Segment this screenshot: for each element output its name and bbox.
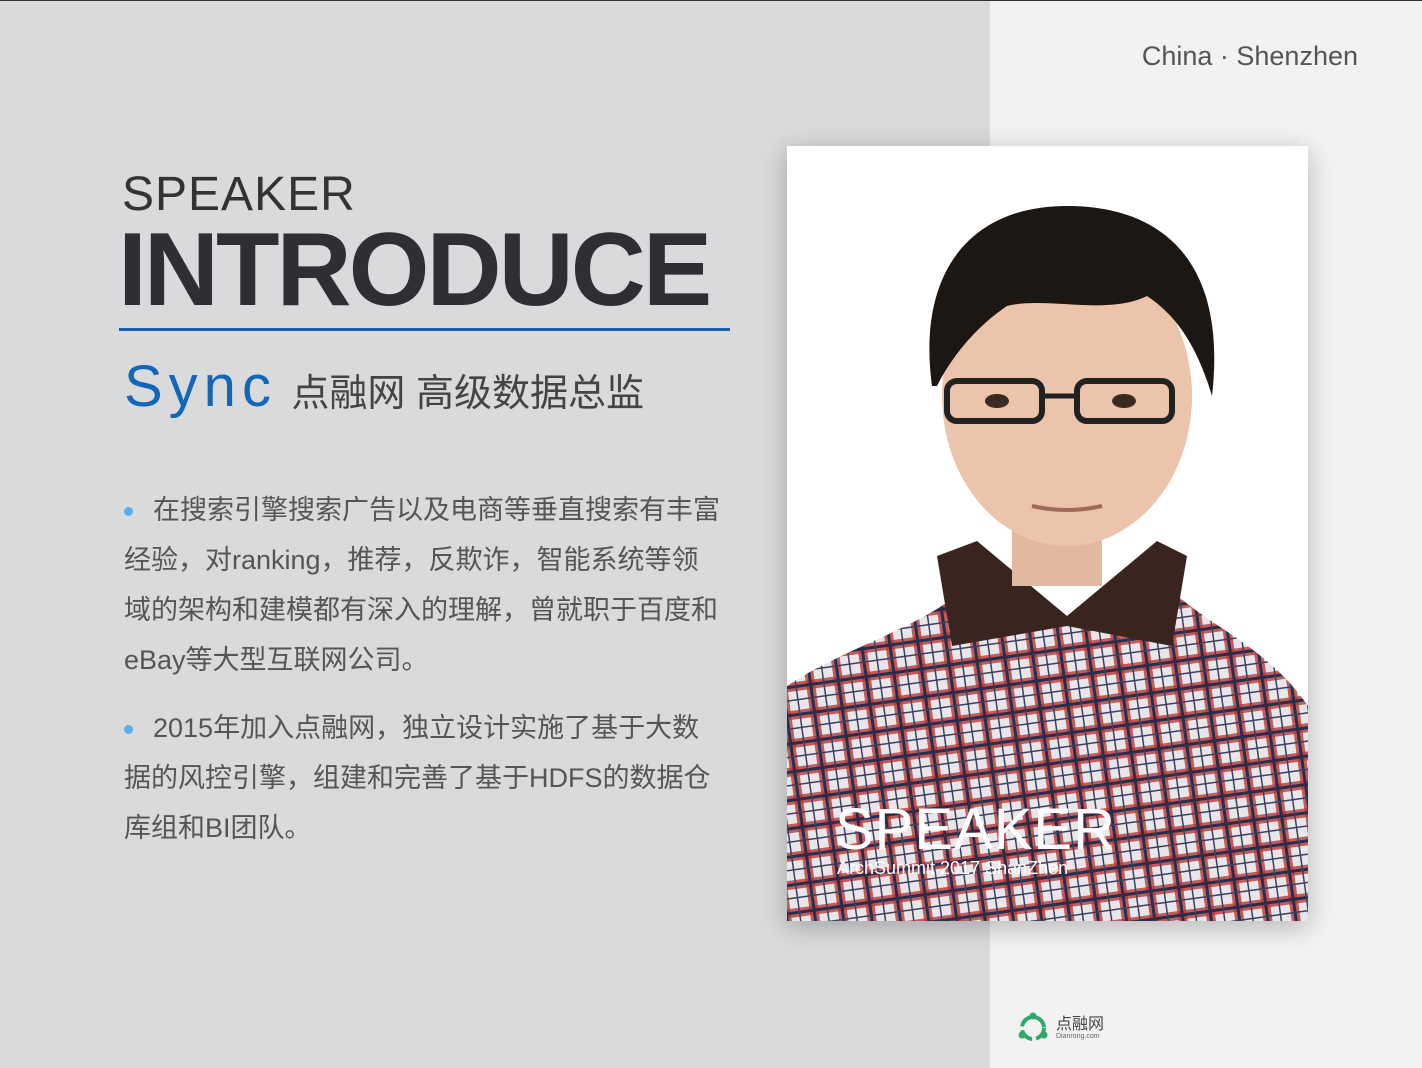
location-label: China · Shenzhen xyxy=(1141,41,1358,71)
photo-overlay-subtitle: ArchSummit 2017 ShanZhen xyxy=(837,858,1069,878)
divider xyxy=(119,328,730,331)
speaker-title: 点融网 高级数据总监 xyxy=(291,373,644,415)
bullet-item: 2015年加入点融网，独立设计实施了基于大数据的风控引擎，组建和完善了基于HDF… xyxy=(124,713,711,843)
photo-overlay-title: SPEAKER xyxy=(835,797,1116,862)
bullet-dot-icon xyxy=(124,725,133,735)
speaker-photo: SPEAKER ArchSummit 2017 ShanZhen xyxy=(787,146,1308,921)
logo-text-cn: 点融网 xyxy=(1056,1015,1105,1033)
bullet-item: 在搜索引擎搜索广告以及电商等垂直搜索有丰富经验，对ranking，推荐，反欺诈，… xyxy=(124,495,720,675)
bullet-dot-icon xyxy=(124,507,133,517)
speaker-line: Sync 点融网 高级数据总监 xyxy=(124,353,644,420)
heading-big: INTRODUCE xyxy=(118,212,712,328)
logo-text-en: Dianrong.com xyxy=(1056,1032,1100,1040)
dianrong-logo: 点融网 Dianrong.com xyxy=(1016,1011,1104,1045)
dianrong-logo-icon xyxy=(1018,1012,1048,1041)
speaker-name: Sync xyxy=(124,354,277,419)
